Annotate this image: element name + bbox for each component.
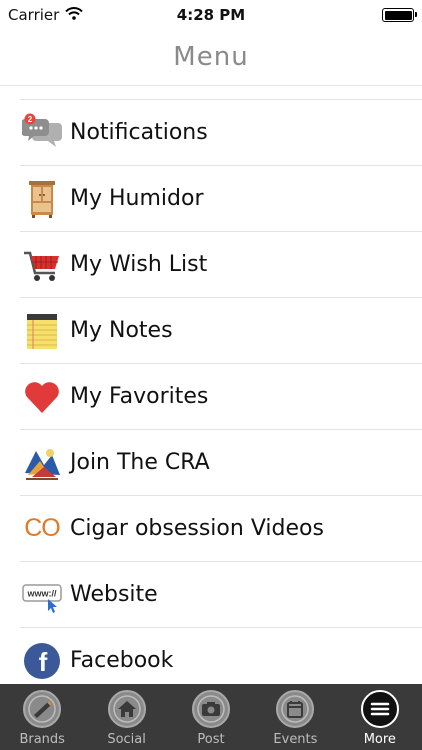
tab-post[interactable]: Post bbox=[169, 684, 253, 750]
menu-item-label: My Humidor bbox=[70, 186, 204, 211]
menu-lines-icon bbox=[360, 690, 399, 728]
co-logo-icon: CO bbox=[22, 509, 62, 549]
menu-item-my-notes[interactable]: My Notes bbox=[20, 298, 422, 364]
notification-badge: 2 bbox=[28, 115, 33, 124]
camera-icon bbox=[192, 690, 231, 728]
notepad-icon bbox=[22, 311, 62, 351]
tab-events[interactable]: Events bbox=[253, 684, 337, 750]
menu-list: 2 Notifications My Humidor My Wish List … bbox=[20, 99, 422, 694]
page-title: Menu bbox=[173, 42, 249, 72]
menu-item-notifications[interactable]: 2 Notifications bbox=[20, 100, 422, 166]
tab-label: Post bbox=[197, 732, 225, 747]
heart-icon bbox=[22, 377, 62, 417]
menu-item-my-favorites[interactable]: My Favorites bbox=[20, 364, 422, 430]
tab-bar: Brands Social Post Events More bbox=[0, 684, 422, 750]
menu-item-join-the-cra[interactable]: Join The CRA bbox=[20, 430, 422, 496]
home-icon bbox=[107, 690, 146, 728]
menu-item-label: Facebook bbox=[70, 648, 174, 673]
tab-label: More bbox=[363, 732, 396, 747]
menu-item-label: My Wish List bbox=[70, 252, 208, 277]
battery-icon bbox=[382, 8, 417, 22]
tab-social[interactable]: Social bbox=[84, 684, 168, 750]
menu-item-label: My Notes bbox=[70, 318, 173, 343]
cigar-icon bbox=[23, 690, 62, 728]
www-icon: www:// bbox=[22, 575, 62, 615]
shopping-cart-icon bbox=[22, 245, 62, 285]
chat-bubbles-icon: 2 bbox=[22, 113, 62, 153]
menu-item-website[interactable]: www:// Website bbox=[20, 562, 422, 628]
menu-item-my-humidor[interactable]: My Humidor bbox=[20, 166, 422, 232]
menu-item-cigar-obsession-videos[interactable]: CO Cigar obsession Videos bbox=[20, 496, 422, 562]
menu-item-my-wish-list[interactable]: My Wish List bbox=[20, 232, 422, 298]
tab-label: Social bbox=[107, 732, 146, 747]
facebook-icon-text: f bbox=[39, 647, 48, 677]
tab-more[interactable]: More bbox=[338, 684, 422, 750]
cra-logo-icon bbox=[22, 443, 62, 483]
co-logo-text: CO bbox=[24, 514, 60, 542]
www-icon-text: www:// bbox=[27, 588, 57, 598]
tab-label: Brands bbox=[19, 732, 65, 747]
facebook-icon: f bbox=[22, 641, 62, 681]
nav-header: Menu bbox=[0, 30, 422, 86]
status-time: 4:28 PM bbox=[176, 6, 246, 24]
calendar-icon bbox=[276, 690, 315, 728]
menu-item-label: My Favorites bbox=[70, 384, 209, 409]
menu-item-label: Join The CRA bbox=[70, 450, 210, 475]
tab-label: Events bbox=[273, 732, 318, 747]
menu-item-label: Website bbox=[70, 582, 158, 607]
menu-item-label: Notifications bbox=[70, 120, 208, 145]
cabinet-icon bbox=[22, 179, 62, 219]
status-bar: Carrier 4:28 PM bbox=[0, 0, 422, 30]
tab-brands[interactable]: Brands bbox=[0, 684, 84, 750]
menu-item-label: Cigar obsession Videos bbox=[70, 516, 324, 541]
